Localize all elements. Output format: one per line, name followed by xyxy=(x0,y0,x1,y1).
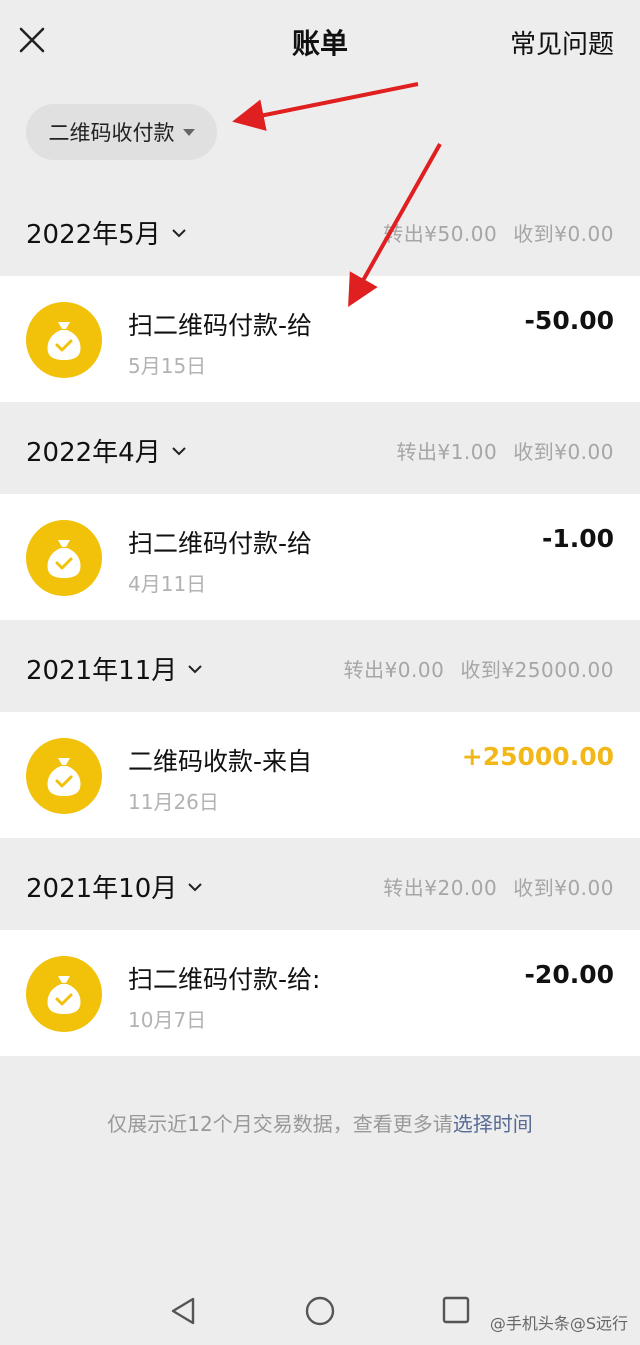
month-selector[interactable]: 2021年11月 xyxy=(26,650,203,687)
filter-label: 二维码收付款 xyxy=(48,121,175,145)
money-bag-icon xyxy=(26,738,102,814)
back-triangle-icon[interactable] xyxy=(170,1296,196,1326)
month-out-total: 转出¥1.00 xyxy=(396,440,498,464)
month-selector[interactable]: 2021年10月 xyxy=(26,868,203,905)
transaction-date: 5月15日 xyxy=(128,354,207,378)
transaction-amount: -50.00 xyxy=(524,306,614,335)
chevron-down-icon xyxy=(188,664,202,673)
home-circle-icon[interactable] xyxy=(305,1296,335,1326)
transaction-amount: -20.00 xyxy=(524,960,614,989)
transaction-row[interactable]: 扫二维码付款-给: 10月7日 -20.00 xyxy=(0,930,640,1056)
transaction-amount: -1.00 xyxy=(541,524,614,553)
chevron-down-icon xyxy=(172,446,186,455)
transaction-title: 扫二维码付款-给 xyxy=(128,311,313,340)
month-label: 2022年4月 xyxy=(26,438,161,468)
money-bag-icon xyxy=(26,520,102,596)
transaction-title: 扫二维码付款-给 xyxy=(128,529,313,558)
month-header: 2022年4月 转出¥1.00 收到¥0.00 xyxy=(0,404,640,494)
transaction-date: 4月11日 xyxy=(128,572,207,596)
top-bar: 账单 常见问题 xyxy=(0,0,640,80)
filter-dropdown[interactable]: 二维码收付款 xyxy=(26,104,217,160)
month-selector[interactable]: 2022年4月 xyxy=(26,432,187,469)
select-time-link[interactable]: 选择时间 xyxy=(453,1112,533,1136)
transaction-row[interactable]: 二维码收款-来自 11月26日 +25000.00 xyxy=(0,712,640,838)
month-in-total: 收到¥0.00 xyxy=(513,222,614,246)
month-label: 2021年11月 xyxy=(26,656,178,686)
month-header: 2022年5月 转出¥50.00 收到¥0.00 xyxy=(0,186,640,276)
caret-down-icon xyxy=(182,128,195,136)
transaction-date: 11月26日 xyxy=(128,790,219,814)
footer-note: 仅展示近12个月交易数据，查看更多请选择时间 xyxy=(0,1108,640,1137)
chevron-down-icon xyxy=(188,882,202,891)
month-in-total: 收到¥0.00 xyxy=(513,876,614,900)
recent-square-icon[interactable] xyxy=(442,1296,470,1324)
transaction-amount: +25000.00 xyxy=(461,742,614,771)
watermark: @手机头条@S远行 xyxy=(489,1314,628,1333)
transaction-title: 二维码收款-来自 xyxy=(128,747,313,776)
transaction-row[interactable]: 扫二维码付款-给 4月11日 -1.00 xyxy=(0,494,640,620)
month-header: 2021年10月 转出¥20.00 收到¥0.00 xyxy=(0,840,640,930)
month-in-total: 收到¥25000.00 xyxy=(460,658,614,682)
month-label: 2022年5月 xyxy=(26,220,161,250)
annotation-arrow xyxy=(232,82,419,131)
month-summary: 转出¥20.00 收到¥0.00 xyxy=(383,872,614,901)
chevron-down-icon xyxy=(172,228,186,237)
transaction-row[interactable]: 扫二维码付款-给 5月15日 -50.00 xyxy=(0,276,640,402)
month-selector[interactable]: 2022年5月 xyxy=(26,214,187,251)
month-header: 2021年11月 转出¥0.00 收到¥25000.00 xyxy=(0,622,640,712)
transaction-title: 扫二维码付款-给: xyxy=(128,965,321,994)
system-nav-bar: @手机头条@S远行 xyxy=(0,1270,640,1345)
month-out-total: 转出¥0.00 xyxy=(343,658,445,682)
transaction-date: 10月7日 xyxy=(128,1008,207,1032)
footer-text: 仅展示近12个月交易数据，查看更多请 xyxy=(107,1112,453,1136)
month-summary: 转出¥1.00 收到¥0.00 xyxy=(396,436,614,465)
faq-button[interactable]: 常见问题 xyxy=(510,24,614,61)
month-label: 2021年10月 xyxy=(26,874,178,904)
money-bag-icon xyxy=(26,956,102,1032)
month-summary: 转出¥0.00 收到¥25000.00 xyxy=(344,654,614,683)
month-in-total: 收到¥0.00 xyxy=(513,440,614,464)
money-bag-icon xyxy=(26,302,102,378)
month-out-total: 转出¥50.00 xyxy=(383,222,498,246)
month-out-total: 转出¥20.00 xyxy=(383,876,498,900)
month-summary: 转出¥50.00 收到¥0.00 xyxy=(383,218,614,247)
